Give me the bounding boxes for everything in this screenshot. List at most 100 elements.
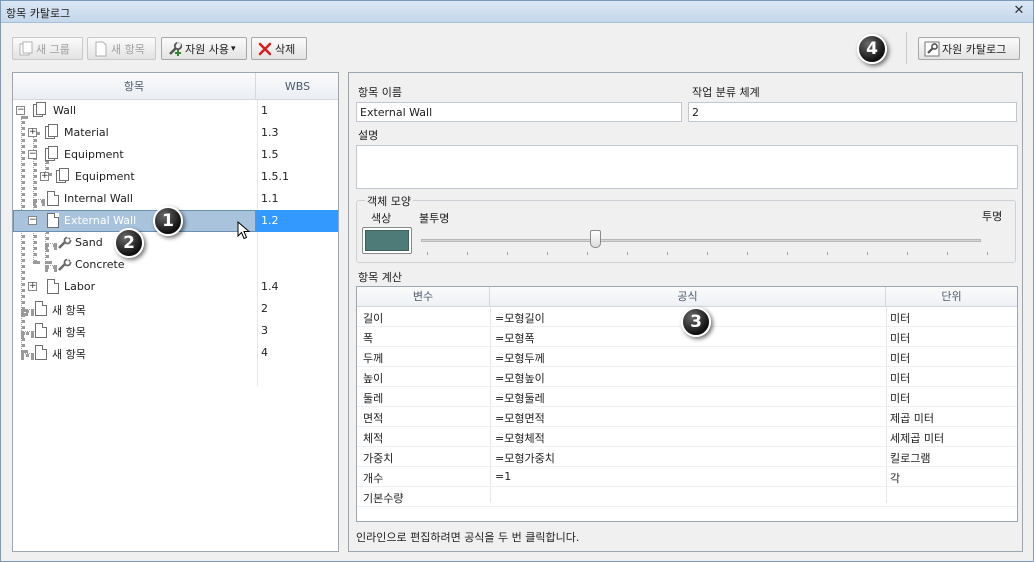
col-header-unit[interactable]: 단위 (886, 287, 1017, 307)
tree-row-label: Equipment (75, 170, 135, 183)
tree-row-label: Sand (75, 236, 103, 249)
tree-header-item[interactable]: 항목 (13, 73, 256, 100)
edit-hint: 인라인으로 편집하려면 공식을 두 번 클릭합니다. (356, 531, 580, 544)
calc-formula-cell[interactable]: =모형둘레 (495, 390, 545, 406)
slider-tick (947, 252, 948, 255)
calc-unit-cell: 세제곱 미터 (890, 432, 945, 445)
calc-formula-cell[interactable]: =모형가중치 (495, 450, 555, 466)
tree-row-concrete[interactable]: Concrete (13, 254, 338, 276)
new-group-label: 새 그룹 (36, 42, 70, 56)
collapse-icon[interactable]: − (28, 150, 37, 159)
group-doc-icon (45, 124, 59, 140)
calc-formula-cell[interactable]: =모형길이 (495, 310, 545, 326)
transparency-slider-track[interactable] (421, 239, 981, 242)
calc-table-row[interactable]: 둘레 =모형둘레 미터 (357, 387, 1017, 407)
new-group-button[interactable]: 새 그룹 (12, 37, 83, 60)
calc-variable-cell: 둘레 (363, 392, 384, 405)
slider-tick (667, 252, 668, 255)
doc-icon (47, 213, 59, 228)
calc-formula-cell[interactable]: =1 (495, 470, 511, 483)
slider-tick (627, 252, 628, 255)
doc-icon (47, 279, 59, 294)
tree-row-sand[interactable]: Sand (13, 232, 338, 254)
slider-tick (547, 252, 548, 255)
calc-formula-cell[interactable]: =모형폭 (495, 330, 535, 346)
calc-unit-cell: 각 (890, 472, 901, 485)
calc-variable-cell: 폭 (363, 332, 374, 345)
tree-row-material[interactable]: + Material 1.3 (13, 122, 338, 144)
calc-formula-cell[interactable]: =모형체적 (495, 430, 545, 446)
calc-table-row[interactable]: 두께 =모형두께 미터 (357, 347, 1017, 367)
calc-table-row[interactable]: 체적 =모형체적 세제곱 미터 (357, 427, 1017, 447)
wrench-icon (58, 258, 72, 271)
tree-row-label: 새 항목 (52, 348, 86, 361)
item-name-label: 항목 이름 (358, 86, 402, 99)
tree-row-label: 새 항목 (52, 304, 86, 317)
chevron-down-icon: ▾ (230, 43, 236, 54)
calc-table-header: 변수 공식 단위 (357, 287, 1017, 307)
calc-unit-cell: 미터 (890, 332, 911, 345)
color-label: 색상 (371, 212, 392, 225)
transparency-slider-thumb[interactable] (589, 230, 601, 248)
item-name-input[interactable] (356, 102, 682, 122)
tree-row-new-item[interactable]: 새 항목 2 (13, 298, 338, 320)
calc-table-row[interactable]: 높이 =모형높이 미터 (357, 367, 1017, 387)
wrench-plus-icon (167, 41, 183, 57)
calc-variable-cell: 면적 (363, 412, 384, 425)
tree-row-labor[interactable]: + Labor 1.4 (13, 276, 338, 298)
calc-formula-cell[interactable]: =모형높이 (495, 370, 545, 386)
item-details-panel: 항목 이름 작업 분류 체계 설명 객체 모양 색상 불투명 투명 항목 계산 … (348, 72, 1023, 552)
tree-row-internal-wall[interactable]: Internal Wall 1.1 (13, 188, 338, 210)
calc-formula-cell[interactable]: =모형면적 (495, 410, 545, 426)
tree-row-label: Concrete (75, 258, 125, 271)
slider-tick (587, 252, 588, 255)
wbs-input[interactable] (688, 102, 1017, 122)
new-item-label: 새 항목 (111, 42, 145, 56)
tree-row-equipment[interactable]: − Equipment 1.5 (13, 144, 338, 166)
new-item-button[interactable]: 새 항목 (87, 37, 156, 60)
col-header-variable[interactable]: 변수 (357, 287, 490, 307)
col-header-formula[interactable]: 공식 (490, 287, 886, 307)
collapse-icon[interactable]: − (16, 106, 25, 115)
wrench-icon (924, 41, 940, 57)
calc-table-row[interactable]: 개수 =1 각 (357, 467, 1017, 487)
description-textarea[interactable] (356, 145, 1018, 189)
tree-line (33, 199, 45, 203)
callout-2: 2 (114, 228, 144, 258)
tree-header-wbs[interactable]: WBS (257, 73, 338, 100)
expand-icon[interactable]: + (28, 282, 37, 291)
tree-row-label: External Wall (64, 214, 137, 227)
collapse-icon[interactable]: − (28, 216, 37, 225)
tree-row-wall[interactable]: − Wall 1 (13, 100, 338, 122)
tree-row-new-item[interactable]: 새 항목 3 (13, 320, 338, 342)
tree-row-wbs: 1.1 (261, 192, 279, 205)
tree-row-equipment-child[interactable]: + Equipment 1.5.1 (13, 166, 338, 188)
close-icon[interactable]: ✕ (1011, 3, 1027, 19)
color-swatch-button[interactable] (362, 227, 412, 254)
item-catalog-window: 항목 카탈로그 ✕ 새 그룹 새 항목 자원 사용 ▾ 삭제 4 자원 카탈로그… (0, 0, 1034, 562)
slider-tick (867, 252, 868, 255)
calc-table-row[interactable]: 기본수량 (357, 487, 1017, 507)
item-tree-panel: 항목 WBS − Wall 1 + Material 1.3 − Equipme… (12, 72, 339, 552)
use-resource-button[interactable]: 자원 사용 ▾ (161, 37, 247, 60)
expand-icon[interactable]: + (28, 128, 37, 137)
tree-row-label: Material (64, 126, 109, 139)
resource-catalog-button[interactable]: 자원 카탈로그 (918, 37, 1020, 60)
new-item-icon (93, 41, 109, 57)
delete-button[interactable]: 삭제 (251, 37, 307, 60)
new-group-icon (18, 41, 34, 57)
slider-tick (827, 252, 828, 255)
slider-tick (427, 252, 428, 255)
use-resource-label: 자원 사용 (185, 42, 229, 56)
calc-unit-cell: 킬로그램 (890, 452, 931, 465)
tree-row-wbs: 1.3 (261, 126, 279, 139)
tree-row-new-item[interactable]: 새 항목 4 (13, 342, 338, 364)
doc-icon (47, 191, 59, 206)
doc-icon (35, 323, 47, 338)
tree-row-label: Wall (53, 104, 77, 117)
calc-formula-cell[interactable]: =모형두께 (495, 350, 545, 366)
calc-table-row[interactable]: 면적 =모형면적 제곱 미터 (357, 407, 1017, 427)
expand-icon[interactable]: + (40, 172, 49, 181)
transparent-label: 투명 (982, 210, 1003, 223)
calc-table-row[interactable]: 가중치 =모형가중치 킬로그램 (357, 447, 1017, 467)
